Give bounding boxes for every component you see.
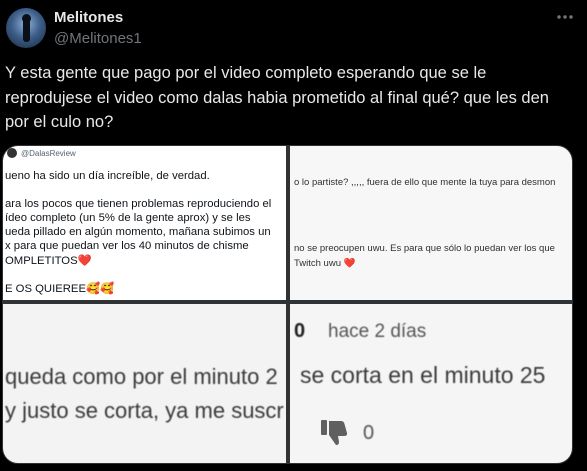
screenshot-line: ueno ha sido un día increíble, de verdad… [5,170,210,182]
zoomed-count: 0 [294,320,306,342]
screenshot-source: @DalasReview [21,148,76,158]
media-image-comment-screenshot[interactable]: o lo partiste? ,,,,, fuera de ello que m… [290,146,572,300]
comment-line: no se preocupen uwu. Es para que sólo lo… [294,243,555,254]
screenshot-header: @DalasReview [7,148,76,158]
more-horizontal-icon[interactable] [554,6,576,28]
comment-line-text: Twitch uwu [294,258,341,269]
comment-line-with-emoji: Twitch uwu ❤️ [294,258,355,269]
zoomed-comment-line: queda como por el minuto 2 [5,364,278,389]
heart-emoji: ❤️ [77,255,92,267]
thumbs-down-icon [320,418,350,451]
zoomed-comment-line: se corta en el minuto 25 [300,362,546,388]
screenshot-line-with-emoji: OMPLETITOS❤️ [5,254,92,267]
smiling-hearts-emoji: 🥰🥰 [85,283,115,295]
screenshot-line-text: E OS QUIEREE [5,283,86,295]
avatar-figure-body [23,18,30,42]
screenshot-line-with-emoji: E OS QUIEREE🥰🥰 [5,282,114,295]
author-avatar[interactable] [6,8,46,48]
screenshot-avatar [7,148,17,158]
screenshot-line-text: OMPLETITOS [5,255,78,267]
screenshot-line: ueda pillado en algún momento, mañana su… [5,226,271,238]
screenshot-line: x para que puedan ver los 40 minutos de … [5,240,249,252]
zoomed-timestamp: hace 2 días [328,321,427,342]
media-image-tweet-screenshot[interactable]: @DalasReview ueno ha sido un día increíb… [3,146,286,300]
media-image-zoomed-reply[interactable]: 0 hace 2 días se corta en el minuto 25 0 [290,304,572,463]
author-handle[interactable]: @Melitones1 [54,30,142,47]
tweet-text: Y esta gente que pago por el video compl… [5,64,549,131]
media-image-zoomed-comment[interactable]: queda como por el minuto 2 y justo se co… [3,304,286,463]
tweet-media-grid[interactable]: @DalasReview ueno ha sido un día increíb… [2,145,573,464]
screenshot-line: ídeo completo (un 5% de la gente aprox) … [5,212,251,224]
dislike-count: 0 [363,422,375,444]
author-display-name[interactable]: Melitones [54,9,123,26]
heart-emoji: ❤️ [343,258,356,269]
comment-line: o lo partiste? ,,,,, fuera de ello que m… [294,177,556,188]
screenshot-line: ara los pocos que tienen problemas repro… [5,198,272,210]
zoomed-comment-line: y justo se corta, ya me suscr [5,398,284,423]
